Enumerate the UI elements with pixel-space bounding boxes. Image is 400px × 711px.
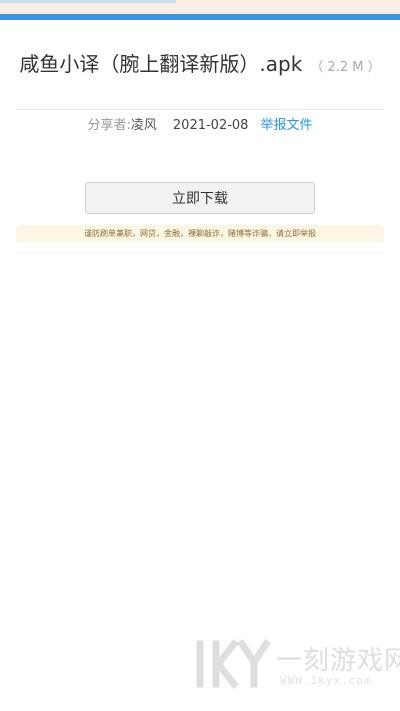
accent-bar	[0, 14, 400, 20]
file-title: 咸鱼小译（腕上翻译新版）.apk （ 2.2 M ）	[16, 48, 384, 84]
download-page: 咸鱼小译（腕上翻译新版）.apk （ 2.2 M ） 分享者:凌风 2021-02-…	[0, 0, 400, 711]
top-strip-highlight	[0, 0, 176, 3]
top-strip	[0, 0, 400, 14]
sharer-name: 凌风	[130, 118, 157, 133]
watermark-logo	[196, 639, 271, 689]
download-button[interactable]: 立即下载	[85, 182, 315, 214]
watermark-site-name: 一刻游戏网	[276, 646, 400, 676]
fraud-warning: 谨防刷单兼职，网贷，金融，裸聊敲诈，赌博等诈骗，请立即举报	[16, 225, 384, 242]
logo-stroke-k-arms	[213, 639, 239, 689]
report-file-link[interactable]: 举报文件	[260, 118, 312, 133]
file-size: （ 2.2 M ）	[310, 60, 381, 75]
file-name: 咸鱼小译（腕上翻译新版）.apk	[19, 52, 303, 76]
sharer-label: 分享者:	[87, 118, 131, 133]
upload-date: 2021-02-08	[172, 118, 249, 133]
title-divider	[16, 109, 384, 110]
content-divider	[16, 252, 384, 253]
file-meta: 分享者:凌风 2021-02-08 举报文件	[0, 116, 400, 136]
site-watermark: 一刻游戏网 WWW.1kyx.com	[190, 636, 400, 694]
watermark-url: WWW.1kyx.com	[280, 674, 372, 687]
